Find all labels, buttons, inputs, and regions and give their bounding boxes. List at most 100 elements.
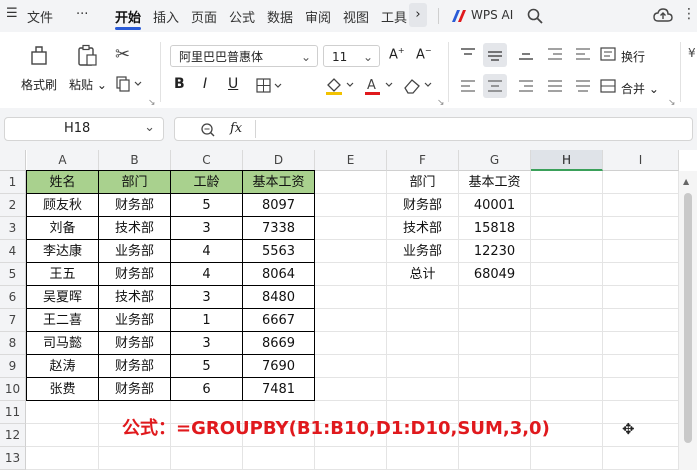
- row-header-5[interactable]: 5: [0, 263, 26, 286]
- ribbon-overflow-icon[interactable]: ¥: [688, 46, 696, 60]
- summary-cell[interactable]: 总计: [387, 263, 458, 286]
- table-cell[interactable]: 8480: [243, 286, 314, 309]
- underline-button[interactable]: U: [228, 76, 238, 92]
- row-header-2[interactable]: 2: [0, 194, 26, 217]
- eraser-icon[interactable]: [403, 76, 435, 96]
- cloud-upload-icon[interactable]: [653, 7, 673, 23]
- outdent-icon[interactable]: [575, 47, 591, 61]
- paste-icon[interactable]: [76, 44, 98, 66]
- bold-button[interactable]: B: [174, 76, 185, 92]
- italic-button[interactable]: I: [203, 76, 207, 92]
- table-cell[interactable]: 赵涛: [27, 355, 98, 378]
- format-painter-icon[interactable]: [28, 44, 50, 66]
- summary-cell[interactable]: 12230: [459, 240, 530, 263]
- row-header-13[interactable]: 13: [0, 447, 26, 470]
- merge-button[interactable]: 合并 ⌄: [621, 80, 659, 97]
- table-cell[interactable]: 5563: [243, 240, 314, 263]
- row-header-3[interactable]: 3: [0, 217, 26, 240]
- align-top-icon[interactable]: [460, 47, 476, 61]
- row-header-6[interactable]: 6: [0, 286, 26, 309]
- format-painter-label[interactable]: 格式刷: [21, 76, 57, 93]
- table-cell[interactable]: 财务部: [99, 355, 170, 378]
- table-cell[interactable]: 财务部: [99, 378, 170, 401]
- name-box[interactable]: H18 ⌄: [4, 117, 164, 141]
- tab-page[interactable]: 页面: [191, 7, 217, 26]
- font-name-select[interactable]: 阿里巴巴普惠体 ⌄: [170, 45, 318, 67]
- summary-cell[interactable]: 财务部: [387, 194, 458, 217]
- summary-header-cell[interactable]: 部门: [387, 171, 458, 194]
- tab-tools[interactable]: 工具: [381, 7, 407, 26]
- table-cell[interactable]: 3: [171, 286, 242, 309]
- table-cell[interactable]: 3: [171, 217, 242, 240]
- wrap-text-button[interactable]: 换行: [621, 48, 645, 65]
- zoom-icon[interactable]: [200, 122, 216, 138]
- font-launcher-icon[interactable]: ↘: [437, 98, 445, 108]
- tab-data[interactable]: 数据: [267, 7, 293, 26]
- formula-input-box[interactable]: fx: [174, 117, 693, 141]
- search-icon[interactable]: [527, 8, 543, 24]
- alignment-launcher-icon[interactable]: ↘: [668, 98, 676, 108]
- column-header-g[interactable]: G: [459, 150, 531, 171]
- distributed-icon[interactable]: [575, 79, 591, 93]
- tab-view[interactable]: 视图: [343, 7, 369, 26]
- column-header-c[interactable]: C: [171, 150, 243, 171]
- copy-icon[interactable]: [116, 76, 146, 92]
- wrap-text-icon[interactable]: [600, 47, 616, 61]
- align-left-icon[interactable]: [460, 79, 476, 93]
- align-center-button[interactable]: [483, 74, 507, 98]
- table-cell[interactable]: 顾友秋: [27, 194, 98, 217]
- menu-file[interactable]: 文件: [27, 7, 53, 26]
- table-header-cell[interactable]: 部门: [99, 171, 170, 194]
- table-cell[interactable]: 王五: [27, 263, 98, 286]
- table-header-cell[interactable]: 姓名: [27, 171, 98, 194]
- justify-icon[interactable]: [547, 79, 563, 93]
- increase-font-icon[interactable]: A+: [389, 46, 405, 62]
- scissors-icon[interactable]: ✂: [115, 44, 130, 65]
- table-cell[interactable]: 7481: [243, 378, 314, 401]
- hamburger-icon[interactable]: ☰: [6, 6, 18, 21]
- font-size-select[interactable]: 11 ⌄: [323, 45, 380, 67]
- column-header-h[interactable]: H: [531, 150, 603, 171]
- merge-cells-icon[interactable]: [600, 79, 616, 93]
- row-header-10[interactable]: 10: [0, 378, 26, 401]
- row-header-11[interactable]: 11: [0, 401, 26, 424]
- table-header-cell[interactable]: 工龄: [171, 171, 242, 194]
- paste-button[interactable]: 粘贴 ⌄: [69, 76, 107, 93]
- font-color-icon[interactable]: A: [364, 76, 396, 96]
- decrease-font-icon[interactable]: A−: [416, 46, 432, 62]
- table-cell[interactable]: 8669: [243, 332, 314, 355]
- select-all-corner[interactable]: [0, 150, 26, 171]
- summary-cell[interactable]: 技术部: [387, 217, 458, 240]
- table-cell[interactable]: 7690: [243, 355, 314, 378]
- table-header-cell[interactable]: 基本工资: [243, 171, 314, 194]
- column-header-a[interactable]: A: [27, 150, 99, 171]
- table-cell[interactable]: 张费: [27, 378, 98, 401]
- summary-cell[interactable]: 业务部: [387, 240, 458, 263]
- more-options-icon[interactable]: ⋮: [682, 6, 696, 22]
- table-cell[interactable]: 7338: [243, 217, 314, 240]
- fill-color-icon[interactable]: [325, 76, 357, 96]
- border-icon[interactable]: [256, 78, 286, 94]
- column-header-f[interactable]: F: [387, 150, 459, 171]
- table-cell[interactable]: 8064: [243, 263, 314, 286]
- row-header-9[interactable]: 9: [0, 355, 26, 378]
- menu-more[interactable]: ···: [76, 7, 88, 22]
- table-cell[interactable]: 3: [171, 332, 242, 355]
- table-cell[interactable]: 技术部: [99, 217, 170, 240]
- table-cell[interactable]: 王二喜: [27, 309, 98, 332]
- table-cell[interactable]: 6667: [243, 309, 314, 332]
- table-cell[interactable]: 财务部: [99, 332, 170, 355]
- table-cell[interactable]: 技术部: [99, 286, 170, 309]
- tab-home[interactable]: 开始: [115, 7, 141, 26]
- column-header-i[interactable]: I: [603, 150, 679, 171]
- align-right-icon[interactable]: [518, 79, 534, 93]
- wps-ai-button[interactable]: WPS AI: [471, 8, 513, 22]
- row-header-4[interactable]: 4: [0, 240, 26, 263]
- column-header-d[interactable]: D: [243, 150, 315, 171]
- summary-cell[interactable]: 40001: [459, 194, 530, 217]
- scroll-up-icon[interactable]: ▲: [683, 177, 689, 186]
- column-header-b[interactable]: B: [99, 150, 171, 171]
- table-cell[interactable]: 刘备: [27, 217, 98, 240]
- tab-insert[interactable]: 插入: [153, 7, 179, 26]
- table-cell[interactable]: 8097: [243, 194, 314, 217]
